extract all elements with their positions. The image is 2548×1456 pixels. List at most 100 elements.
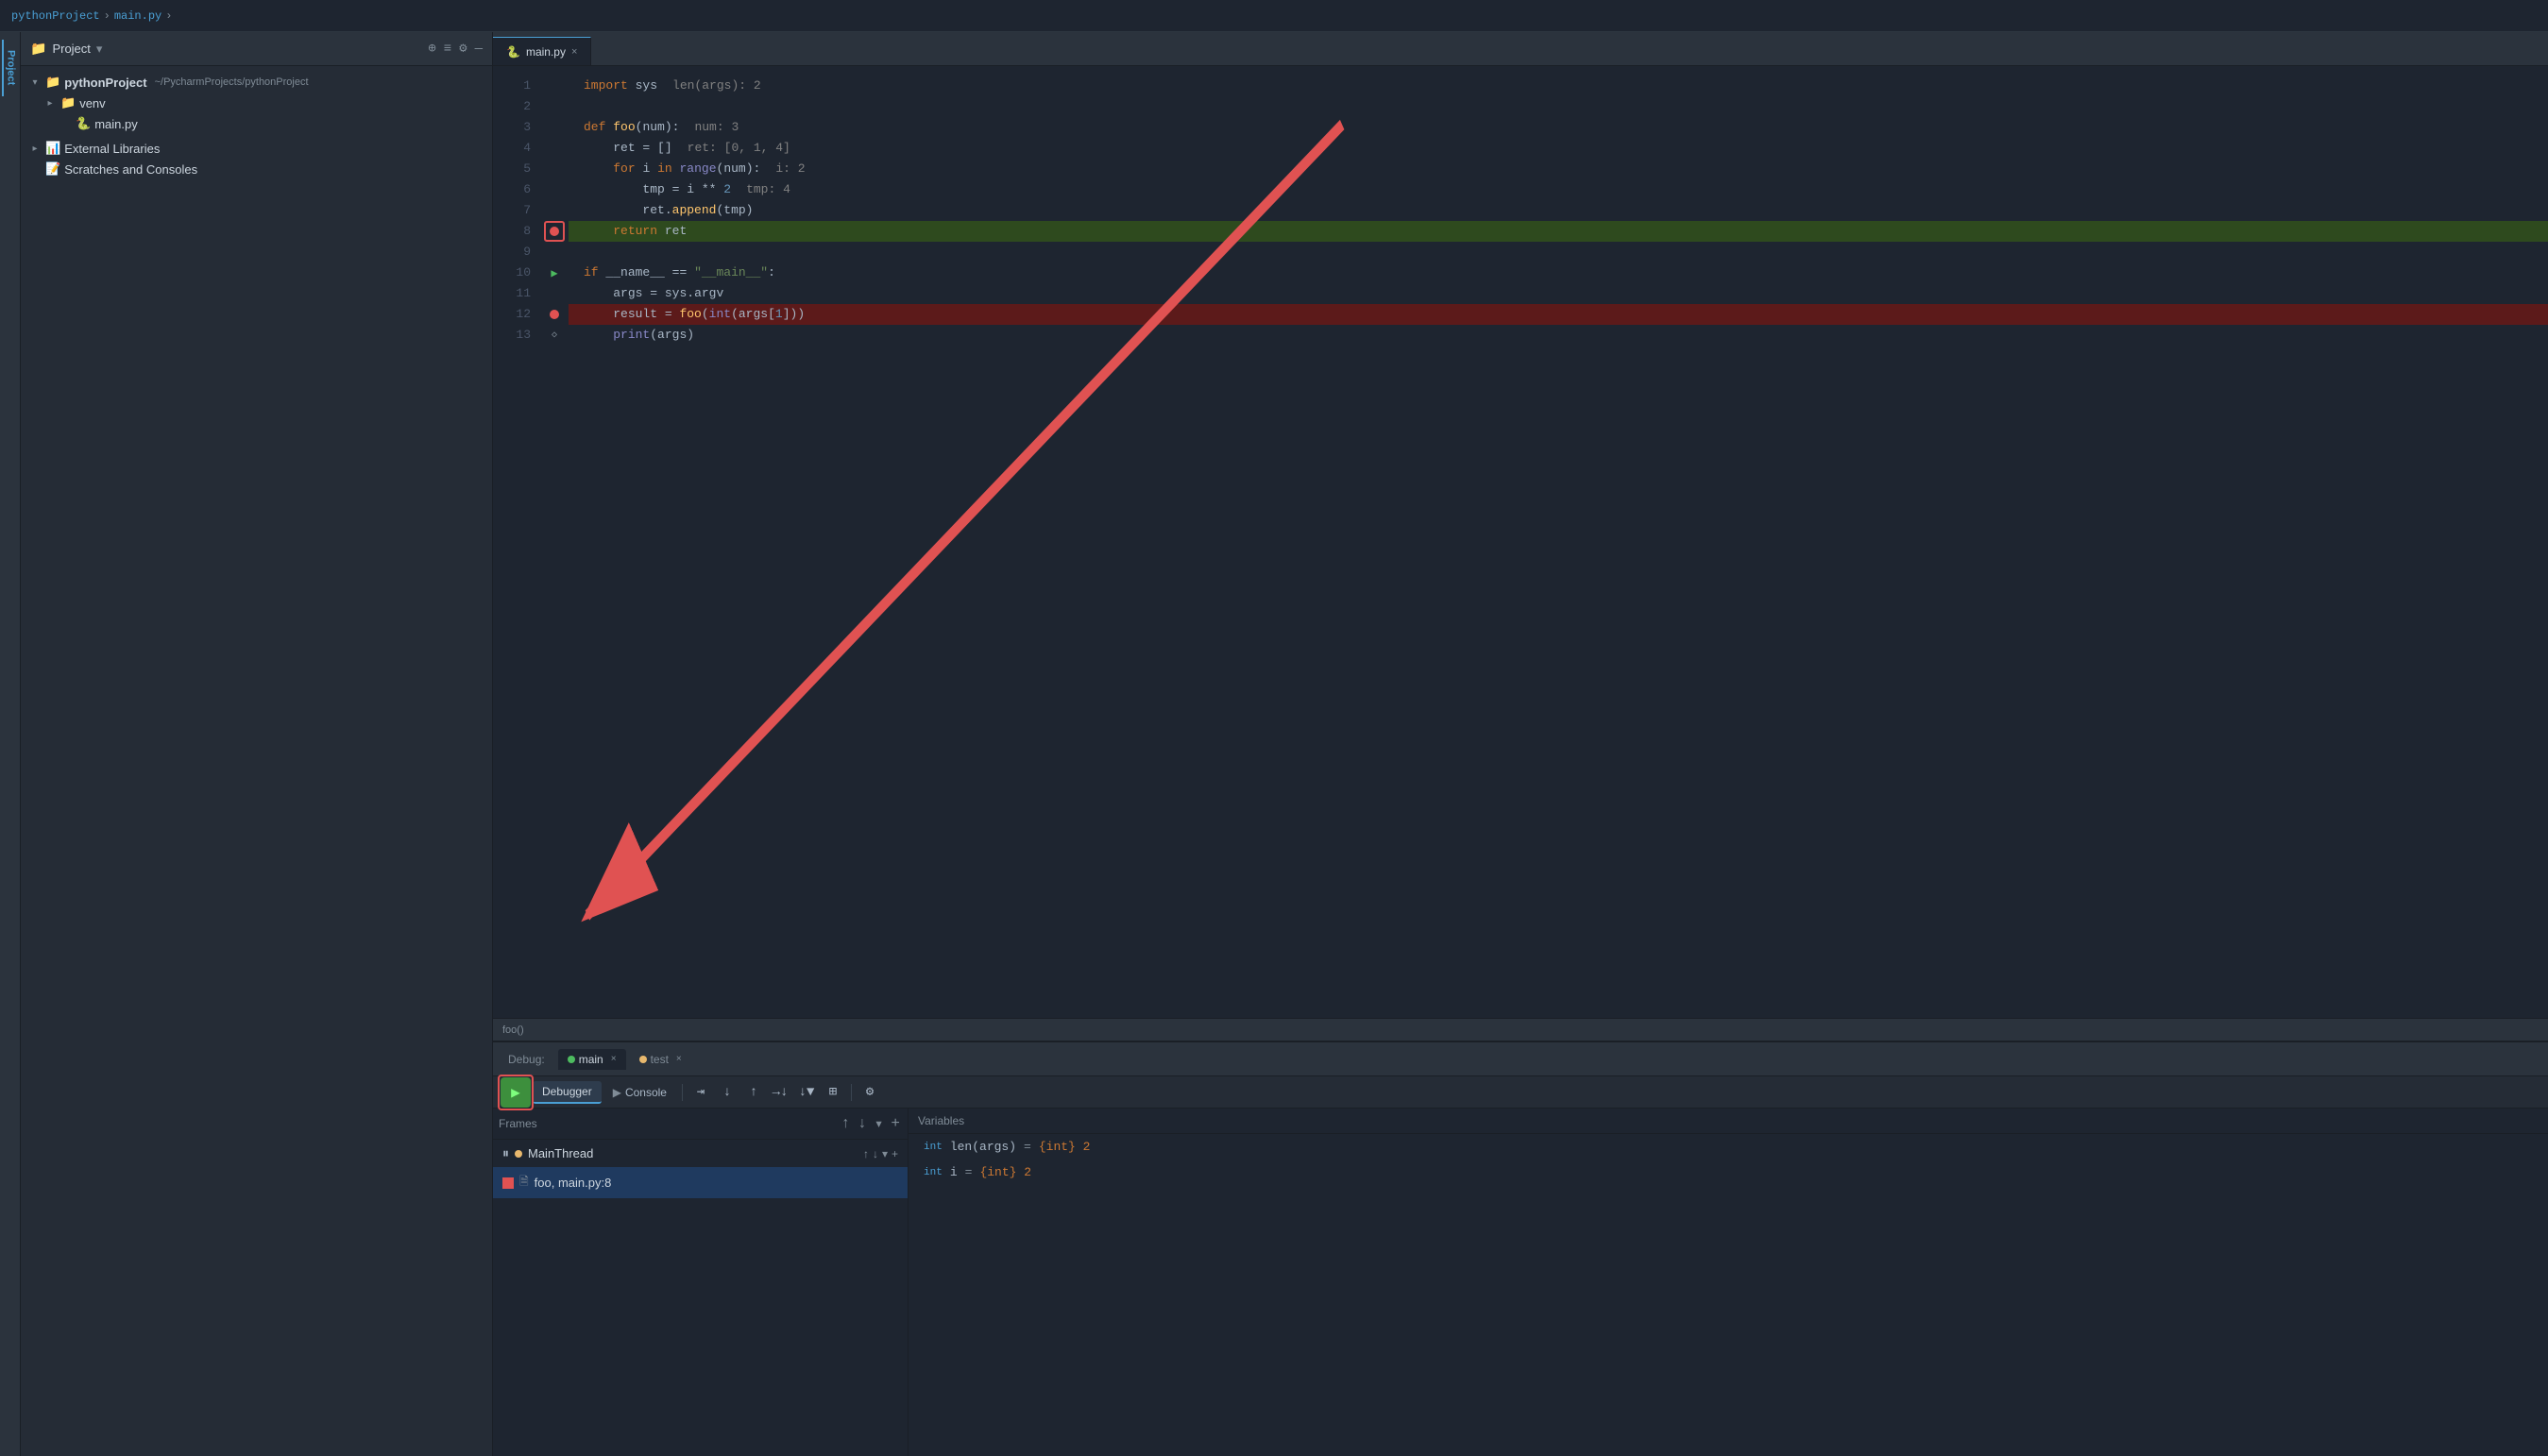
tree-scratches[interactable]: 📝 Scratches and Consoles <box>21 159 492 179</box>
debug-content: Frames ↑ ↓ ▾ + ⏸ MainThread ↑ <box>493 1109 2548 1456</box>
gutter: ▶ ◇ <box>540 66 569 1018</box>
variable-len-args[interactable]: int len(args) = {int} 2 <box>909 1134 2548 1160</box>
code-content[interactable]: import sys len(args): 2 def foo(num): nu… <box>569 66 2548 1018</box>
settings-panel-btn[interactable]: ⚙ <box>459 41 467 57</box>
main-py-label: main.py <box>94 117 138 131</box>
breadcrumb-sep2: › <box>165 9 172 23</box>
frames-list: ⏸ MainThread ↑ ↓ ▾ + <box>493 1140 908 1456</box>
folder-icon: 📁 <box>30 41 46 57</box>
editor-tab-bar: 🐍 main.py × <box>493 32 2548 66</box>
frame-thread-select-btn[interactable]: ▾ <box>873 1112 886 1135</box>
frame-down-btn[interactable]: ↓ <box>856 1113 869 1134</box>
debug-toolbar: ▶ Debugger ▶ Console ⇥ ↓ ↑ →↓ ↓▼ ⊞ ⚙ <box>493 1076 2548 1109</box>
tree-venv[interactable]: 📁 venv <box>21 93 492 113</box>
tree-project-root[interactable]: 📁 pythonProject ~/PycharmProjects/python… <box>21 72 492 93</box>
venv-label: venv <box>79 96 105 110</box>
thread-main[interactable]: ⏸ MainThread ↑ ↓ ▾ + <box>493 1140 908 1167</box>
session-main-name: main <box>579 1053 603 1066</box>
tool-strip: Project <box>0 32 21 1456</box>
session-test-close[interactable]: × <box>676 1054 682 1064</box>
gutter-line-1 <box>540 76 569 96</box>
close-panel-btn[interactable]: — <box>475 42 483 57</box>
var-type-2: int <box>924 1167 943 1178</box>
debug-resume-wrapper: ▶ <box>501 1077 531 1108</box>
debug-tab-bar: Debug: main × test × <box>493 1042 2548 1076</box>
thread-name: MainThread <box>528 1146 593 1160</box>
debug-session-test[interactable]: test × <box>630 1049 691 1070</box>
variable-i[interactable]: int i = {int} 2 <box>909 1160 2548 1185</box>
tree-external-libs[interactable]: 📊 External Libraries <box>21 138 492 159</box>
debug-console-tab[interactable]: ▶ Console <box>603 1082 676 1103</box>
frame-up-btn[interactable]: ↑ <box>840 1113 853 1134</box>
project-root-path: ~/PycharmProjects/pythonProject <box>155 76 309 88</box>
thread-up-btn[interactable]: ↑ <box>863 1147 869 1160</box>
tree-arrow-venv <box>43 96 57 110</box>
var-val-2: {int} 2 <box>979 1165 1031 1179</box>
settings-debug-btn[interactable]: ⚙ <box>858 1080 882 1105</box>
frames-header-label: Frames <box>499 1117 836 1130</box>
debug-session-main[interactable]: main × <box>558 1049 626 1070</box>
var-eq-1: = <box>1024 1140 1031 1154</box>
tree-arrow-extlibs <box>28 142 42 155</box>
tree-main-py[interactable]: 🐍 main.py <box>21 113 492 134</box>
panel-title-text: Project <box>52 42 90 56</box>
debug-resume-btn[interactable]: ▶ <box>501 1077 531 1108</box>
code-line-10: if __name__ == "__main__": <box>569 262 2548 283</box>
collapse-btn[interactable]: ≡ <box>444 42 451 57</box>
frame-name: foo, main.py:8 <box>535 1176 612 1190</box>
step-out-btn[interactable]: ↑ <box>741 1080 766 1105</box>
tab-close-btn[interactable]: × <box>571 46 577 58</box>
locate-btn[interactable]: ⊕ <box>428 41 435 57</box>
evaluate-btn[interactable]: ⊞ <box>821 1080 845 1105</box>
code-line-4: ret = [] ret: [0, 1, 4] <box>569 138 2548 159</box>
panel-title[interactable]: 📁 Project ▾ <box>30 41 102 57</box>
code-line-1: import sys len(args): 2 <box>569 76 2548 96</box>
gutter-line-4 <box>540 138 569 159</box>
thread-dot <box>515 1150 522 1158</box>
project-panel: 📁 Project ▾ ⊕ ≡ ⚙ — 📁 pythonProject ~/Py… <box>21 32 493 1456</box>
breadcrumb-sep1: › <box>104 9 110 23</box>
debug-label: Debug: <box>501 1053 552 1066</box>
code-line-8: return ret <box>569 221 2548 242</box>
gutter-line-11 <box>540 283 569 304</box>
stop-frame-icon <box>502 1177 514 1189</box>
run-to-cursor-btn[interactable]: →↓ <box>768 1080 792 1105</box>
breadcrumb-project[interactable]: pythonProject <box>11 9 100 23</box>
project-tool-btn[interactable]: Project <box>2 40 19 96</box>
session-main-close[interactable]: × <box>611 1054 617 1064</box>
breadcrumb-bar: pythonProject › main.py › <box>0 0 2548 32</box>
var-eq-2: = <box>965 1165 973 1179</box>
debug-debugger-tab[interactable]: Debugger <box>533 1081 602 1104</box>
gutter-line-7 <box>540 200 569 221</box>
gutter-line-8[interactable] <box>540 221 569 242</box>
thread-add-btn[interactable]: + <box>892 1147 898 1160</box>
thread-dropdown-btn[interactable]: ▾ <box>882 1147 888 1160</box>
step-over-btn[interactable]: ⇥ <box>688 1080 713 1105</box>
panel-actions: ⊕ ≡ ⚙ — <box>428 41 483 57</box>
gutter-line-10[interactable]: ▶ <box>540 262 569 283</box>
step-into-btn[interactable]: ↓ <box>715 1080 739 1105</box>
code-line-9 <box>569 242 2548 262</box>
pause-btn[interactable]: ⏸ <box>502 1145 509 1161</box>
gutter-line-12[interactable] <box>540 304 569 325</box>
frame-foo[interactable]: 🗎 foo, main.py:8 <box>493 1167 908 1198</box>
session-dot-main <box>568 1056 575 1063</box>
code-line-7: ret.append(tmp) <box>569 200 2548 221</box>
line-numbers: 1 2 3 4 5 6 7 8 9 10 11 12 13 <box>493 66 540 1018</box>
code-editor: 1 2 3 4 5 6 7 8 9 10 11 12 13 <box>493 66 2548 1018</box>
editor-area: 🐍 main.py × 1 2 3 4 5 6 7 8 9 10 11 12 1… <box>493 32 2548 1456</box>
panel-dropdown-arrow[interactable]: ▾ <box>96 42 103 57</box>
console-tab-label: Console <box>625 1086 667 1099</box>
code-line-3: def foo(num): num: 3 <box>569 117 2548 138</box>
frames-controls-row: Frames ↑ ↓ ▾ + <box>493 1109 908 1140</box>
var-type-1: int <box>924 1142 943 1153</box>
breadcrumb-file[interactable]: main.py <box>114 9 161 23</box>
frame-icon: 🗎 <box>519 1173 529 1193</box>
frames-panel: Frames ↑ ↓ ▾ + ⏸ MainThread ↑ <box>493 1109 909 1456</box>
thread-down-btn[interactable]: ↓ <box>873 1147 878 1160</box>
frame-add-btn[interactable]: + <box>889 1113 902 1134</box>
step-into-mine-btn[interactable]: ↓▼ <box>794 1080 819 1105</box>
editor-tab-main[interactable]: 🐍 main.py × <box>493 37 591 65</box>
main-layout: Project 📁 Project ▾ ⊕ ≡ ⚙ — 📁 pythonProj… <box>0 32 2548 1456</box>
status-text: foo() <box>502 1024 524 1036</box>
